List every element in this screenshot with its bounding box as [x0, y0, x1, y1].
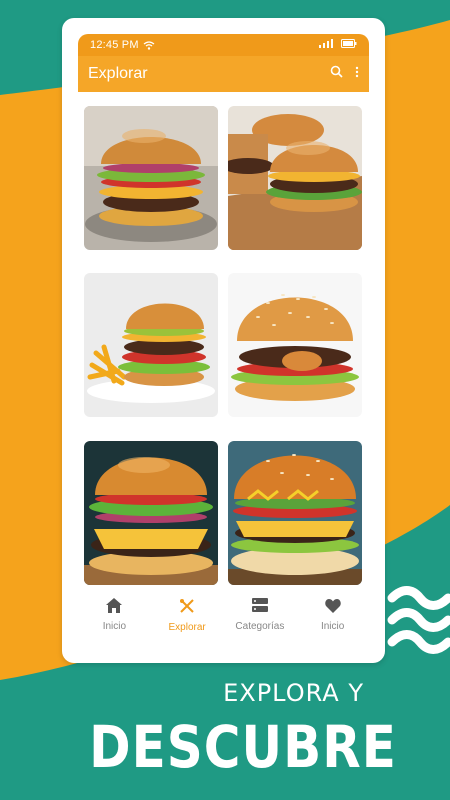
more-options-icon[interactable]: [355, 65, 359, 83]
burger-image: [84, 273, 218, 417]
burger-image: [228, 441, 362, 585]
wifi-icon: [143, 40, 155, 50]
phone-frame: 12:45 PM Explorar Inicio Explorar Catego…: [62, 18, 385, 663]
nav-home-label: Inicio: [102, 621, 127, 632]
search-icon[interactable]: [330, 65, 343, 83]
nav-favorites[interactable]: Inicio: [298, 598, 368, 632]
nav-home[interactable]: Inicio: [79, 598, 149, 632]
recipe-card-6[interactable]: [228, 441, 362, 585]
recipe-card-3[interactable]: [84, 273, 218, 417]
status-bar: 12:45 PM: [78, 34, 369, 56]
battery-icon: [341, 39, 357, 51]
burger-image: [84, 106, 218, 250]
burger-image: [84, 441, 218, 585]
burger-image: [228, 273, 362, 417]
status-time: 12:45 PM: [90, 39, 139, 51]
heart-icon: [324, 598, 341, 618]
recipe-card-5[interactable]: [84, 441, 218, 585]
home-icon: [106, 598, 123, 618]
categories-icon: [251, 598, 268, 618]
burger-image: [228, 106, 362, 250]
recipe-card-2[interactable]: [228, 106, 362, 250]
promo-headline-line2: DESCUBRE: [89, 714, 397, 781]
bottom-navigation: Inicio Explorar Categorías Inicio: [78, 598, 369, 648]
page-title: Explorar: [88, 65, 148, 82]
app-bar: Explorar: [78, 56, 369, 92]
recipe-card-4[interactable]: [228, 273, 362, 417]
nav-explore-label: Explorar: [168, 622, 206, 633]
nav-explore[interactable]: Explorar: [152, 598, 222, 633]
signal-icon: [319, 39, 333, 51]
nav-categories-label: Categorías: [235, 621, 285, 632]
recipe-card-1[interactable]: [84, 106, 218, 250]
utensils-icon: [179, 598, 195, 619]
nav-categories[interactable]: Categorías: [225, 598, 295, 632]
nav-favorites-label: Inicio: [320, 621, 345, 632]
promo-headline-line1: EXPLORA Y: [223, 679, 364, 707]
